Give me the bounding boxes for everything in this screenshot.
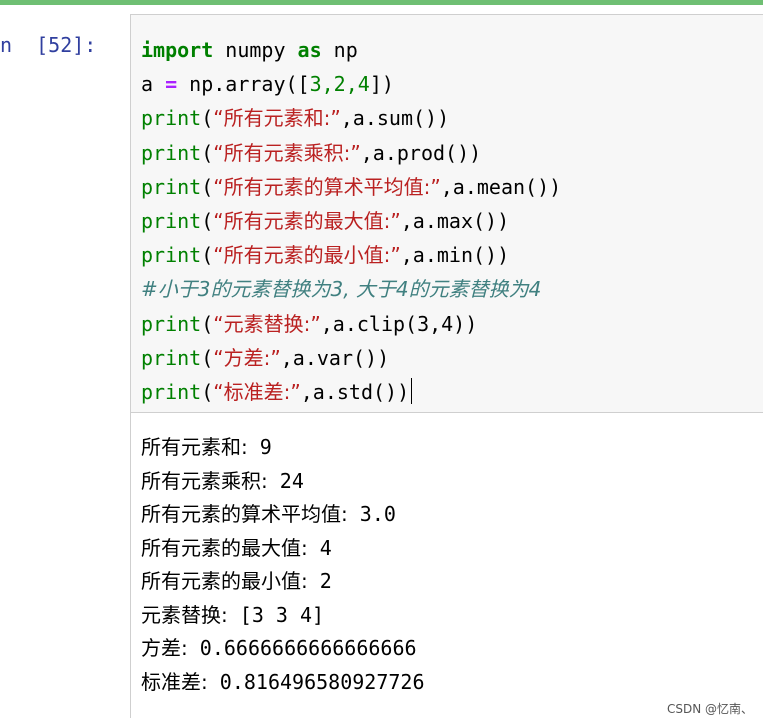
code-comment: #小于3的元素替换为3, 大于4的元素替换为4 bbox=[141, 277, 542, 302]
builtin-print: print bbox=[141, 311, 202, 336]
builtin-print: print bbox=[141, 106, 202, 131]
code-line-2: a = np.array([3,2,4]) bbox=[141, 72, 394, 96]
output-label: 所有元素乘积: bbox=[141, 468, 268, 493]
code-text: numpy bbox=[213, 38, 298, 62]
string-literal: “方差:” bbox=[213, 345, 281, 370]
code-text: ( bbox=[201, 311, 214, 336]
code-text: ( bbox=[201, 209, 214, 234]
string-literal: “所有元素的最大值:” bbox=[213, 209, 401, 234]
output-value: 4 bbox=[307, 535, 332, 560]
output-line: 所有元素和: 9 bbox=[141, 435, 272, 459]
text-cursor bbox=[411, 378, 413, 405]
keyword-as: as bbox=[297, 38, 322, 62]
code-input-area[interactable]: import numpy as np a = np.array([3,2,4])… bbox=[130, 14, 763, 413]
output-line: 所有元素乘积: 24 bbox=[141, 469, 304, 493]
code-text: ]) bbox=[369, 72, 394, 97]
string-literal: “所有元素的算术平均值:” bbox=[213, 174, 441, 199]
code-line-3: print(“所有元素和:”,a.sum()) bbox=[141, 106, 449, 130]
output-line: 元素替换: [3 3 4] bbox=[141, 603, 324, 627]
code-text: ,a.sum()) bbox=[340, 106, 450, 131]
output-line: 所有元素的最小值: 2 bbox=[141, 569, 332, 593]
output-text: 所有元素和: 9 所有元素乘积: 24 所有元素的算术平均值: 3.0 所有元素… bbox=[141, 431, 425, 699]
output-label: 所有元素的算术平均值: bbox=[141, 502, 348, 526]
code-text: np bbox=[321, 38, 358, 62]
builtin-print: print bbox=[141, 243, 202, 268]
code-text: ( bbox=[201, 345, 214, 370]
string-literal: “元素替换:” bbox=[213, 311, 321, 336]
keyword-import: import bbox=[141, 38, 214, 62]
string-literal: “标准差:” bbox=[213, 380, 301, 405]
code-line-4: print(“所有元素乘积:”,a.prod()) bbox=[141, 141, 481, 165]
string-literal: “所有元素的最小值:” bbox=[213, 243, 401, 268]
output-value: 9 bbox=[247, 435, 272, 459]
code-line-9: print(“元素替换:”,a.clip(3,4)) bbox=[141, 312, 477, 336]
output-line: 方差: 0.6666666666666666 bbox=[141, 636, 417, 660]
code-line-5: print(“所有元素的算术平均值:”,a.mean()) bbox=[141, 175, 561, 199]
output-label: 标准差: bbox=[141, 669, 208, 694]
code-text: ( bbox=[201, 174, 214, 199]
string-literal: “所有元素和:” bbox=[213, 106, 341, 131]
code-line-6: print(“所有元素的最大值:”,a.max()) bbox=[141, 209, 509, 233]
output-line: 标准差: 0.816496580927726 bbox=[141, 670, 425, 694]
output-label: 元素替换: bbox=[141, 602, 228, 627]
output-value: 24 bbox=[267, 468, 304, 493]
output-label: 方差: bbox=[141, 636, 188, 660]
csdn-watermark: CSDN @忆南、 bbox=[666, 702, 753, 716]
assign-operator: = bbox=[165, 72, 178, 97]
number-literals: 3,2,4 bbox=[309, 72, 370, 97]
code-text: ,a.max()) bbox=[400, 209, 510, 234]
output-label: 所有元素和: bbox=[141, 435, 248, 459]
output-label: 所有元素的最大值: bbox=[141, 535, 308, 560]
code-line-10: print(“方差:”,a.var()) bbox=[141, 346, 389, 370]
code-text: ,a.var()) bbox=[280, 345, 390, 370]
code-text: ( bbox=[201, 140, 214, 165]
builtin-print: print bbox=[141, 345, 202, 370]
code-text: ,a.std()) bbox=[300, 380, 410, 405]
output-value: [3 3 4] bbox=[227, 602, 325, 627]
output-value: 0.816496580927726 bbox=[207, 669, 425, 694]
builtin-print: print bbox=[141, 380, 202, 405]
builtin-print: print bbox=[141, 209, 202, 234]
code-text: ,a.mean()) bbox=[440, 174, 562, 199]
output-line: 所有元素的算术平均值: 3.0 bbox=[141, 502, 396, 526]
string-literal: “所有元素乘积:” bbox=[213, 140, 361, 165]
code-text: ,a.prod()) bbox=[360, 140, 482, 165]
code-text: ,a.min()) bbox=[400, 243, 510, 268]
code-text: ( bbox=[201, 106, 214, 131]
builtin-print: print bbox=[141, 174, 202, 199]
builtin-print: print bbox=[141, 140, 202, 165]
code-line-8: #小于3的元素替换为3, 大于4的元素替换为4 bbox=[141, 277, 541, 301]
code-editor[interactable]: import numpy as np a = np.array([3,2,4])… bbox=[141, 33, 561, 409]
code-line-11: print(“标准差:”,a.std()) bbox=[141, 378, 413, 405]
code-text: a bbox=[141, 72, 166, 97]
output-prompt-area bbox=[0, 413, 130, 723]
output-value: 0.6666666666666666 bbox=[187, 636, 417, 660]
code-line-1: import numpy as np bbox=[141, 38, 358, 62]
cell-selected-indicator bbox=[0, 0, 763, 5]
output-value: 2 bbox=[307, 569, 332, 593]
code-line-7: print(“所有元素的最小值:”,a.min()) bbox=[141, 243, 509, 267]
output-line: 所有元素的最大值: 4 bbox=[141, 536, 332, 560]
code-text: ,a.clip(3,4)) bbox=[320, 311, 478, 336]
code-text: np.array([ bbox=[177, 72, 310, 97]
output-label: 所有元素的最小值: bbox=[141, 569, 308, 593]
input-prompt: n [52]: bbox=[0, 33, 97, 57]
code-text: ( bbox=[201, 243, 214, 268]
cell-output-area: 所有元素和: 9 所有元素乘积: 24 所有元素的算术平均值: 3.0 所有元素… bbox=[130, 413, 763, 718]
output-value: 3.0 bbox=[347, 502, 396, 526]
code-text: ( bbox=[201, 380, 214, 405]
